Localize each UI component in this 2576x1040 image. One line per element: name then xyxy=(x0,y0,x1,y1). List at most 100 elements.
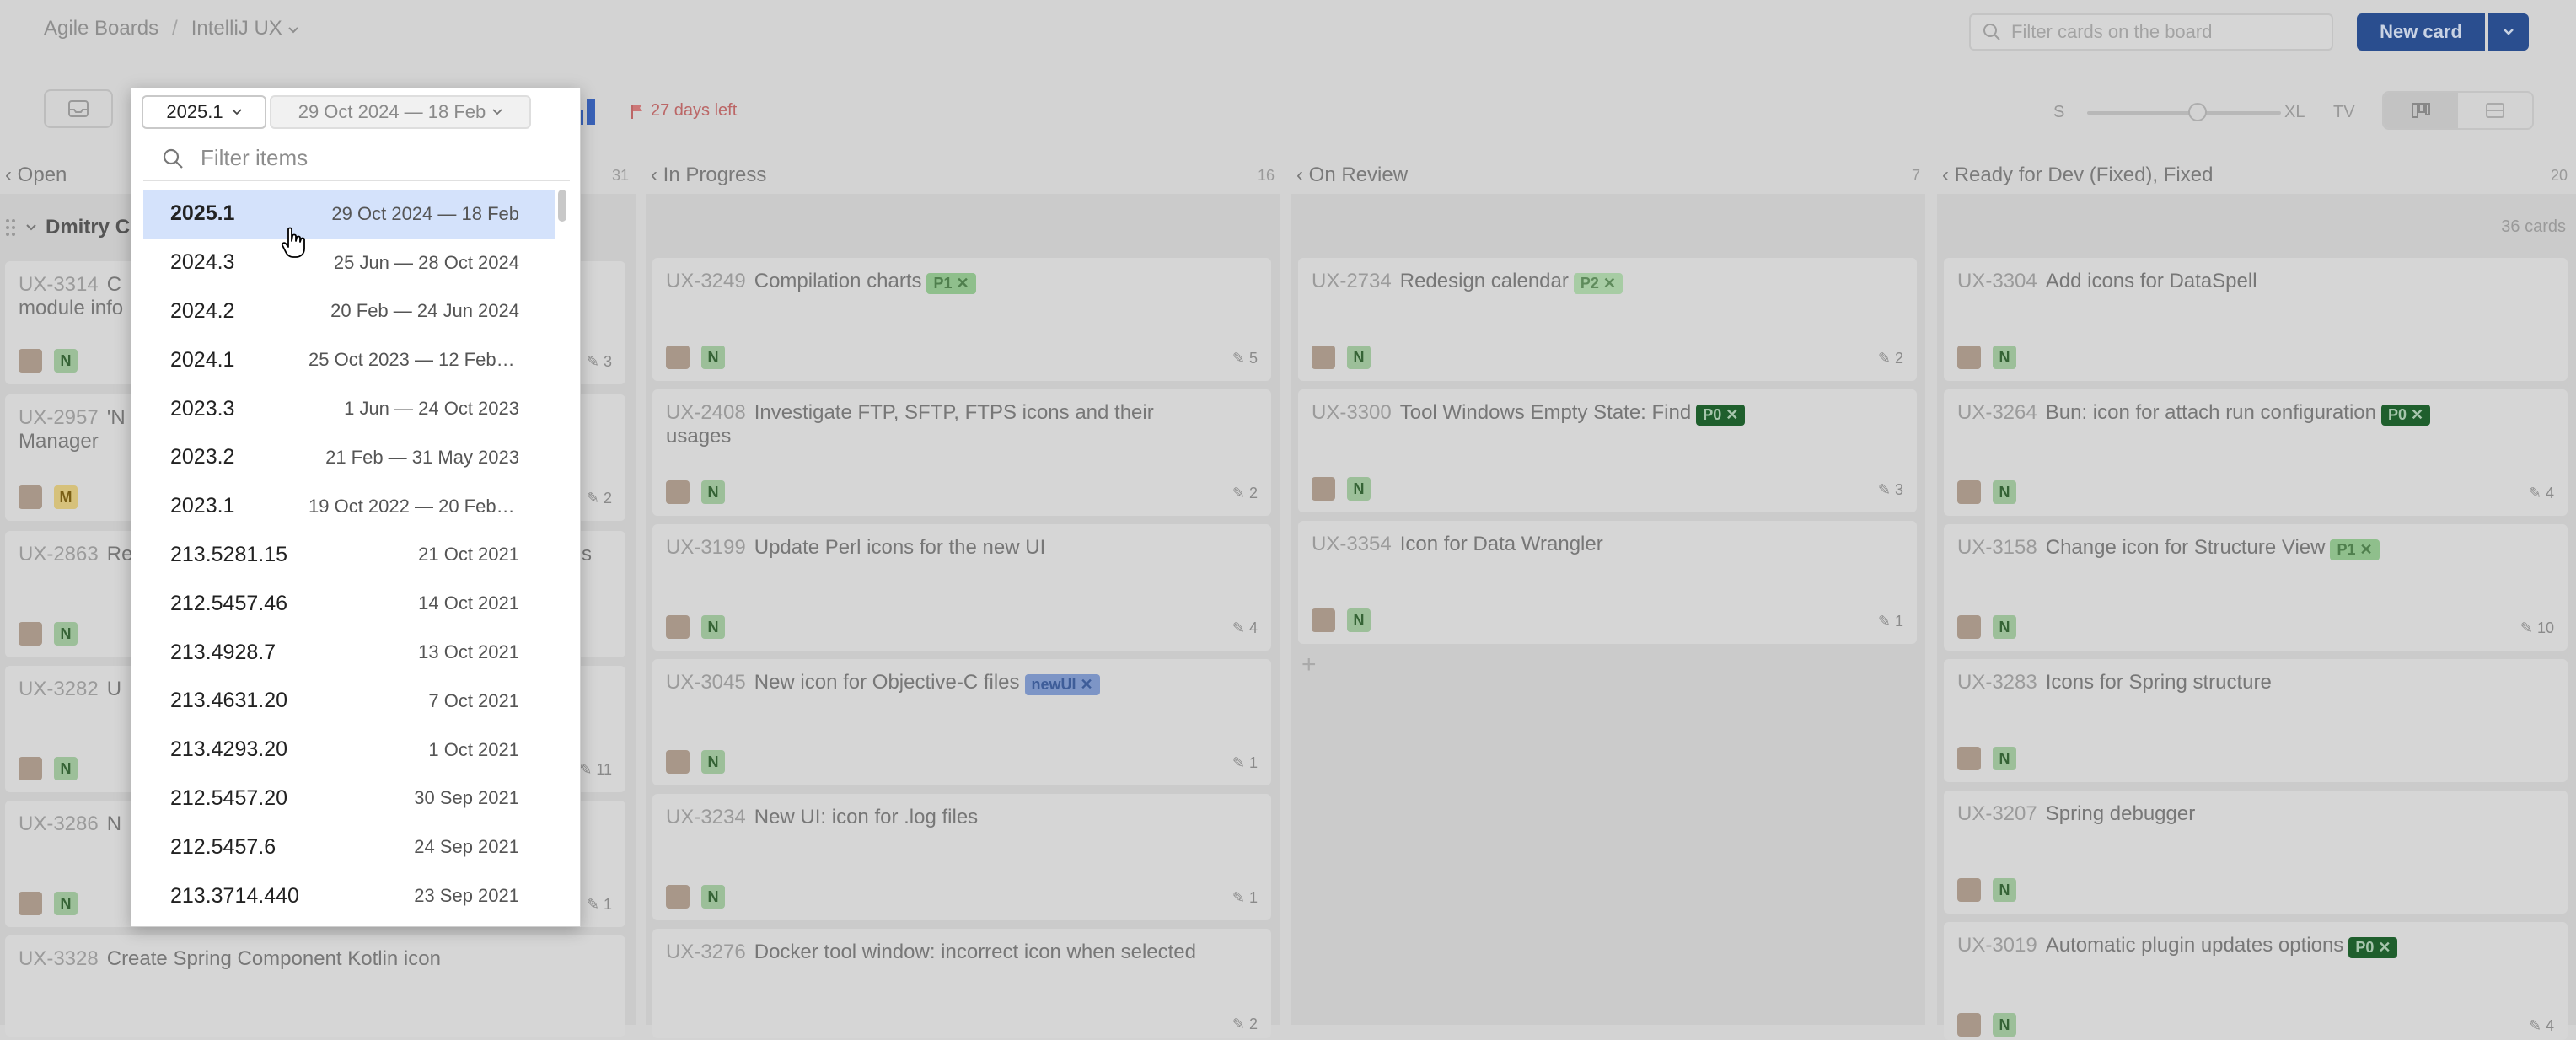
tv-mode-button[interactable]: TV xyxy=(2333,103,2355,122)
tag-badge[interactable]: P0 ✕ xyxy=(2348,937,2398,959)
sprint-days-left: 27 days left xyxy=(631,101,737,121)
list-view-button[interactable] xyxy=(2458,93,2532,128)
card-id[interactable]: UX-3300 xyxy=(1312,401,1392,424)
list-icon xyxy=(2486,103,2504,118)
filter-items-input[interactable] xyxy=(199,144,523,172)
breadcrumb-project[interactable]: IntelliJ UX xyxy=(191,17,300,40)
card[interactable]: UX-3158 Change icon for Structure View P1 … xyxy=(1944,524,2568,651)
card-id[interactable]: UX-3283 xyxy=(1957,671,2037,694)
sprint-item[interactable]: 2023.3 1 Jun — 24 Oct 2023 xyxy=(143,384,555,433)
card-id[interactable]: UX-3276 xyxy=(666,941,746,963)
card[interactable]: UX-2408 Investigate FTP, SFTP, FTPS icons… xyxy=(652,389,1271,516)
card[interactable]: UX-3354 Icon for Data Wrangler N ✎ 1 xyxy=(1298,521,1917,644)
card-meta: N xyxy=(666,615,725,639)
sprint-item[interactable]: 2023.1 19 Oct 2022 — 20 Feb … xyxy=(143,482,555,531)
board-view-button[interactable] xyxy=(2384,93,2458,128)
view-mode-toggle xyxy=(2382,91,2534,130)
card-meta: N xyxy=(1312,346,1371,369)
card-id[interactable]: UX-3328 xyxy=(19,947,99,970)
card-id[interactable]: UX-3207 xyxy=(1957,802,2037,825)
sprint-item[interactable]: 2025.1 29 Oct 2024 — 18 Feb xyxy=(143,190,555,239)
sprint-item[interactable]: 213.3714.440 23 Sep 2021 xyxy=(143,871,555,914)
card-id[interactable]: UX-3199 xyxy=(666,536,746,559)
card[interactable]: UX-3019 Automatic plugin updates options P… xyxy=(1944,922,2568,1040)
card-title: Update Perl icons for the new UI xyxy=(754,536,1046,559)
tag-badge[interactable]: P1 ✕ xyxy=(2330,539,2380,561)
tag-badge[interactable]: P2 ✕ xyxy=(1573,273,1623,295)
card[interactable]: UX-3304 Add icons for DataSpell N xyxy=(1944,258,2568,381)
backlog-button[interactable] xyxy=(44,89,113,128)
swimlane-header[interactable]: Dmitry C xyxy=(5,216,130,239)
tag-badge[interactable]: P0 ✕ xyxy=(1696,405,1746,426)
card[interactable]: UX-3234 New UI: icon for .log files N ✎ 1 xyxy=(652,794,1271,920)
card-id[interactable]: UX-3304 xyxy=(1957,270,2037,292)
priority-badge: N xyxy=(54,622,78,646)
tag-badge[interactable]: P0 ✕ xyxy=(2380,405,2431,426)
tag-badge[interactable]: P1 ✕ xyxy=(926,273,976,295)
sprint-range-dropdown[interactable]: 29 Oct 2024 — 18 Feb xyxy=(270,95,531,129)
sprint-item[interactable]: 2024.2 20 Feb — 24 Jun 2024 xyxy=(143,287,555,336)
sprint-list-scrollbar[interactable] xyxy=(550,186,569,918)
drag-handle-icon[interactable] xyxy=(5,217,17,238)
card[interactable]: UX-2734 Redesign calendar P2 ✕ N ✎ 2 xyxy=(1298,258,1917,381)
sprint-item[interactable]: 2024.1 25 Oct 2023 — 12 Feb 2… xyxy=(143,335,555,384)
attachments-count: ✎ 4 xyxy=(1232,619,1258,636)
sprint-item[interactable]: 213.4928.7 13 Oct 2021 xyxy=(143,628,555,677)
sprint-item[interactable]: 2024.3 25 Jun — 28 Oct 2024 xyxy=(143,239,555,287)
sprint-item[interactable]: 212.5457.6 24 Sep 2021 xyxy=(143,823,555,871)
breadcrumb-agile-boards[interactable]: Agile Boards xyxy=(44,17,158,40)
card-id[interactable]: UX-3019 xyxy=(1957,934,2037,957)
card-id[interactable]: UX-3264 xyxy=(1957,401,2037,424)
priority-badge: N xyxy=(54,757,78,780)
card-id[interactable]: UX-3158 xyxy=(1957,536,2037,559)
tag-label: P0 xyxy=(2355,939,2375,957)
sprint-item-name: 2024.1 xyxy=(170,347,235,372)
sprint-list-scrollbar-thumb[interactable] xyxy=(558,190,566,222)
board-search-input[interactable]: Filter cards on the board xyxy=(1969,13,2333,51)
card-id[interactable]: UX-3249 xyxy=(666,270,746,292)
card[interactable]: UX-3328 Create Spring Component Kotlin ic… xyxy=(5,935,625,1037)
sprint-item-name: 212.5457.20 xyxy=(170,785,288,810)
new-card-button[interactable]: New card xyxy=(2357,13,2485,51)
card-title: New UI: icon for .log files xyxy=(754,806,979,828)
card[interactable]: UX-3199 Update Perl icons for the new UI … xyxy=(652,524,1271,651)
card-id[interactable]: UX-3314 xyxy=(19,273,99,296)
attachments-count: ✎ 2 xyxy=(1877,350,1903,367)
card-id[interactable]: UX-2734 xyxy=(1312,270,1392,292)
new-card-menu-button[interactable] xyxy=(2488,13,2529,51)
sprint-item[interactable]: 213.4293.20 1 Oct 2021 xyxy=(143,726,555,775)
attachments-count: ✎ 1 xyxy=(1232,754,1258,771)
sprint-item[interactable]: 212.5457.20 30 Sep 2021 xyxy=(143,775,555,823)
card[interactable]: UX-3249 Compilation charts P1 ✕ N ✎ 5 xyxy=(652,258,1271,381)
card-id[interactable]: UX-3286 xyxy=(19,812,99,835)
card-id[interactable]: UX-3282 xyxy=(19,678,99,700)
sprint-item[interactable]: 212.5457.46 14 Oct 2021 xyxy=(143,579,555,628)
add-card-button[interactable]: + xyxy=(1301,651,1317,679)
card-id[interactable]: UX-3354 xyxy=(1312,533,1392,555)
card-meta: N xyxy=(1957,615,2016,639)
card[interactable]: UX-3283 Icons for Spring structure N xyxy=(1944,659,2568,782)
card-id[interactable]: UX-2863 xyxy=(19,543,99,566)
card[interactable]: UX-3300 Tool Windows Empty State: Find P0 … xyxy=(1298,389,1917,512)
tag-badge[interactable]: newUI ✕ xyxy=(1024,674,1100,696)
card[interactable]: UX-3264 Bun: icon for attach run configur… xyxy=(1944,389,2568,516)
card-id[interactable]: UX-3045 xyxy=(666,671,746,694)
card-size-slider-handle[interactable] xyxy=(2188,103,2207,121)
column-header-in-progress[interactable]: ‹ In Progress 16 xyxy=(651,157,1275,194)
sprint-version-dropdown[interactable]: 2025.1 xyxy=(142,95,266,129)
sprint-item-name: 213.4631.20 xyxy=(170,689,288,713)
card-id[interactable]: UX-2408 xyxy=(666,401,746,424)
card[interactable]: UX-3045 New icon for Objective-C files new… xyxy=(652,659,1271,785)
card-id[interactable]: UX-2957 xyxy=(19,406,99,429)
sprint-item[interactable]: 2023.2 21 Feb — 31 May 2023 xyxy=(143,433,555,482)
attachments-count: ✎ 4 xyxy=(2528,485,2554,501)
sprint-item[interactable]: 213.4631.20 7 Oct 2021 xyxy=(143,677,555,726)
sprint-item-dates: 19 Oct 2022 — 20 Feb … xyxy=(309,495,519,517)
card-id[interactable]: UX-3234 xyxy=(666,806,746,828)
card-size-slider[interactable] xyxy=(2087,111,2281,115)
sprint-item[interactable]: 213.5281.15 21 Oct 2021 xyxy=(143,531,555,580)
column-header-ready[interactable]: ‹ Ready for Dev (Fixed), Fixed 20 xyxy=(1942,157,2568,194)
card[interactable]: UX-3207 Spring debugger N xyxy=(1944,791,2568,914)
column-header-on-review[interactable]: ‹ On Review 7 xyxy=(1296,157,1920,194)
card[interactable]: UX-3276 Docker tool window: incorrect ico… xyxy=(652,929,1271,1038)
